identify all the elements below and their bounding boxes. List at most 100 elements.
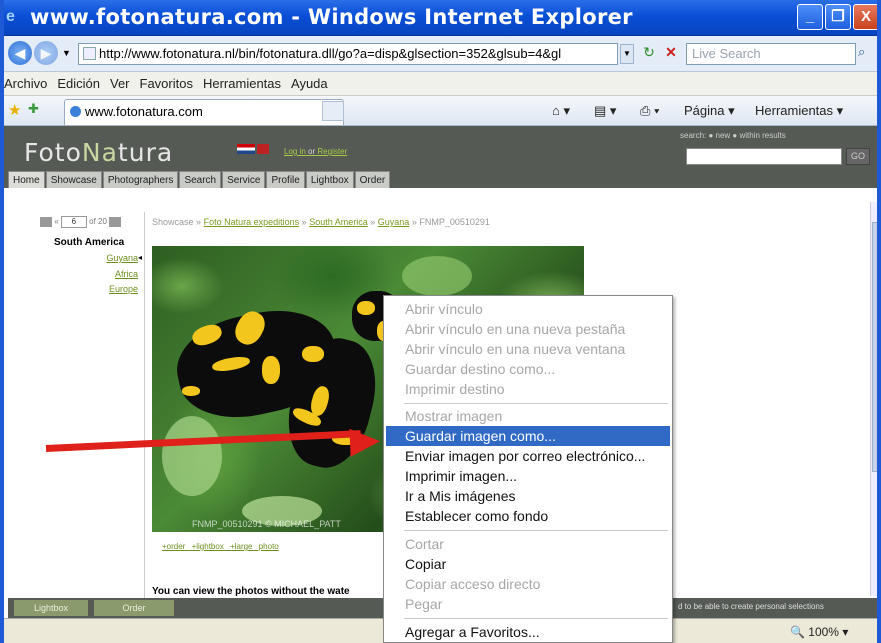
ctx-separator xyxy=(404,403,668,404)
ctx-establecer-fondo[interactable]: Establecer como fondo xyxy=(386,506,670,526)
site-search-go-button[interactable]: GO xyxy=(846,148,870,165)
maximize-button[interactable]: ❐ xyxy=(825,4,851,30)
breadcrumb-guyana[interactable]: Guyana xyxy=(378,217,410,227)
menu-favoritos[interactable]: Favoritos xyxy=(135,72,198,91)
minimize-button[interactable]: _ xyxy=(797,4,823,30)
new-tab-button[interactable] xyxy=(322,101,344,121)
watermark-notice: You can view the photos without the wate xyxy=(152,586,350,597)
history-dropdown-icon[interactable]: ▼ xyxy=(62,48,71,58)
search-icon[interactable]: ⌕ xyxy=(858,44,878,64)
nav-showcase[interactable]: Showcase xyxy=(45,171,102,188)
ctx-separator xyxy=(404,530,668,531)
page-menu[interactable]: Página ▾ xyxy=(684,103,735,119)
bottom-lightbox-button[interactable]: Lightbox xyxy=(14,600,88,616)
tab-fotonatura[interactable]: www.fotonatura.com xyxy=(64,99,344,125)
uk-flag-icon[interactable] xyxy=(257,144,269,154)
nav-photographers[interactable]: Photographers xyxy=(102,171,179,188)
ctx-abrir-nueva-ventana[interactable]: Abrir vínculo en una nueva ventana xyxy=(386,339,670,359)
bottom-order-button[interactable]: Order xyxy=(94,600,174,616)
page-icon xyxy=(83,47,96,60)
menu-ayuda[interactable]: Ayuda xyxy=(286,72,333,91)
ctx-abrir-vinculo[interactable]: Abrir vínculo xyxy=(386,299,670,319)
ctx-copiar-acceso-directo[interactable]: Copiar acceso directo xyxy=(386,574,670,594)
breadcrumb-sep: » xyxy=(411,217,417,227)
next-photo-button[interactable] xyxy=(109,217,122,227)
photo-number-input[interactable]: 6 xyxy=(60,216,87,228)
prev-photo-button[interactable] xyxy=(40,217,52,227)
stop-icon[interactable]: ✕ xyxy=(662,44,680,62)
ctx-pegar[interactable]: Pegar xyxy=(386,594,670,614)
breadcrumb-south-america[interactable]: South America xyxy=(309,217,368,227)
region-link-europe[interactable]: Europe xyxy=(109,284,138,294)
ctx-cortar[interactable]: Cortar xyxy=(386,534,670,554)
register-link[interactable]: Register xyxy=(317,147,347,156)
feeds-icon[interactable]: ▤ ▾ xyxy=(594,103,616,119)
ctx-abrir-nueva-pestana[interactable]: Abrir vínculo en una nueva pestaña xyxy=(386,319,670,339)
ctx-agregar-favoritos[interactable]: Agregar a Favoritos... xyxy=(386,622,670,642)
logo-part-2: Na xyxy=(81,138,118,167)
breadcrumb-sep: » xyxy=(196,217,202,227)
menu-herramientas[interactable]: Herramientas xyxy=(198,72,286,91)
bottom-bar-text: d to be able to create personal selectio… xyxy=(678,602,824,611)
photo-pager: « 6 of 20 xyxy=(40,216,122,228)
site-nav: Home Showcase Photographers Search Service Pr… xyxy=(8,171,391,189)
nav-lightbox[interactable]: Lightbox xyxy=(305,171,354,188)
address-bar: ◀ ▶ ▼ http://www.fotonatura.nl/bin/foton… xyxy=(0,36,881,72)
logo-part-1: Foto xyxy=(24,138,82,167)
login-or: or xyxy=(308,147,316,156)
menu-ver[interactable]: Ver xyxy=(105,72,135,91)
tools-menu[interactable]: Herramientas ▾ xyxy=(755,103,843,119)
breadcrumb-current: FNMP_00510291 xyxy=(419,217,490,227)
photo-action-links[interactable]: +order +lightbox +large photo xyxy=(162,542,279,551)
photo-total: of 20 xyxy=(89,217,107,227)
ctx-enviar-imagen[interactable]: Enviar imagen por correo electrónico... xyxy=(386,446,670,466)
menu-edicion[interactable]: Edición xyxy=(52,72,105,91)
scrollbar-thumb[interactable] xyxy=(872,222,881,472)
breadcrumb-sep: » xyxy=(301,217,307,227)
login-link[interactable]: Log in xyxy=(284,147,306,156)
live-search-input[interactable]: Live Search xyxy=(686,43,856,65)
forward-button[interactable]: ▶ xyxy=(34,41,58,65)
ctx-guardar-imagen[interactable]: Guardar imagen como... xyxy=(386,426,670,446)
print-icon[interactable]: ⎙ ▾ xyxy=(640,103,659,119)
zoom-level[interactable]: 🔍 100% ▾ xyxy=(790,625,848,639)
current-region-marker-icon: ◂ xyxy=(138,253,143,262)
back-button[interactable]: ◀ xyxy=(8,41,32,65)
ctx-ir-mis-imagenes[interactable]: Ir a Mis imágenes xyxy=(386,486,670,506)
site-search-input[interactable] xyxy=(686,148,842,165)
region-link-guyana[interactable]: Guyana xyxy=(106,253,138,263)
nav-service[interactable]: Service xyxy=(222,171,266,188)
nav-home[interactable]: Home xyxy=(8,171,45,188)
nav-search[interactable]: Search xyxy=(179,171,222,188)
breadcrumb: Showcase » Foto Natura expeditions » Sou… xyxy=(152,217,490,227)
nav-profile[interactable]: Profile xyxy=(266,171,305,188)
ctx-copiar[interactable]: Copiar xyxy=(386,554,670,574)
ie-logo-icon: e xyxy=(6,8,15,25)
favorites-star-icon[interactable]: ★ xyxy=(8,101,21,119)
breadcrumb-sep: » xyxy=(370,217,376,227)
add-favorites-icon[interactable]: ✚ xyxy=(28,101,39,117)
ctx-separator xyxy=(404,618,668,619)
url-dropdown-button[interactable]: ▼ xyxy=(620,44,634,64)
dutch-flag-icon[interactable] xyxy=(237,144,255,154)
breadcrumb-showcase: Showcase xyxy=(152,217,194,227)
breadcrumb-expeditions[interactable]: Foto Natura expeditions xyxy=(204,217,300,227)
ctx-guardar-destino[interactable]: Guardar destino como... xyxy=(386,359,670,379)
region-heading: South America xyxy=(54,237,125,248)
ctx-imprimir-destino[interactable]: Imprimir destino xyxy=(386,379,670,399)
region-link-africa[interactable]: Africa xyxy=(115,269,138,279)
window-titlebar: e www.fotonatura.com - Windows Internet … xyxy=(0,0,881,36)
menu-archivo[interactable]: Archivo xyxy=(0,72,52,91)
nav-order[interactable]: Order xyxy=(354,171,391,188)
url-input[interactable]: http://www.fotonatura.nl/bin/fotonatura.… xyxy=(78,43,618,65)
fotonatura-logo[interactable]: FotoNatura xyxy=(24,138,173,167)
home-icon[interactable]: ⌂ ▾ xyxy=(552,103,570,119)
refresh-icon[interactable]: ↻ xyxy=(640,44,658,62)
ctx-mostrar-imagen[interactable]: Mostrar imagen xyxy=(386,406,670,426)
divider xyxy=(144,212,145,607)
login-links: Log in or Register xyxy=(284,147,347,156)
ctx-imprimir-imagen[interactable]: Imprimir imagen... xyxy=(386,466,670,486)
photo-watermark: FNMP_00510291 © MICHAEL_PATT xyxy=(192,519,341,529)
close-button[interactable]: X xyxy=(853,4,879,30)
page-scrollbar[interactable] xyxy=(870,202,881,596)
